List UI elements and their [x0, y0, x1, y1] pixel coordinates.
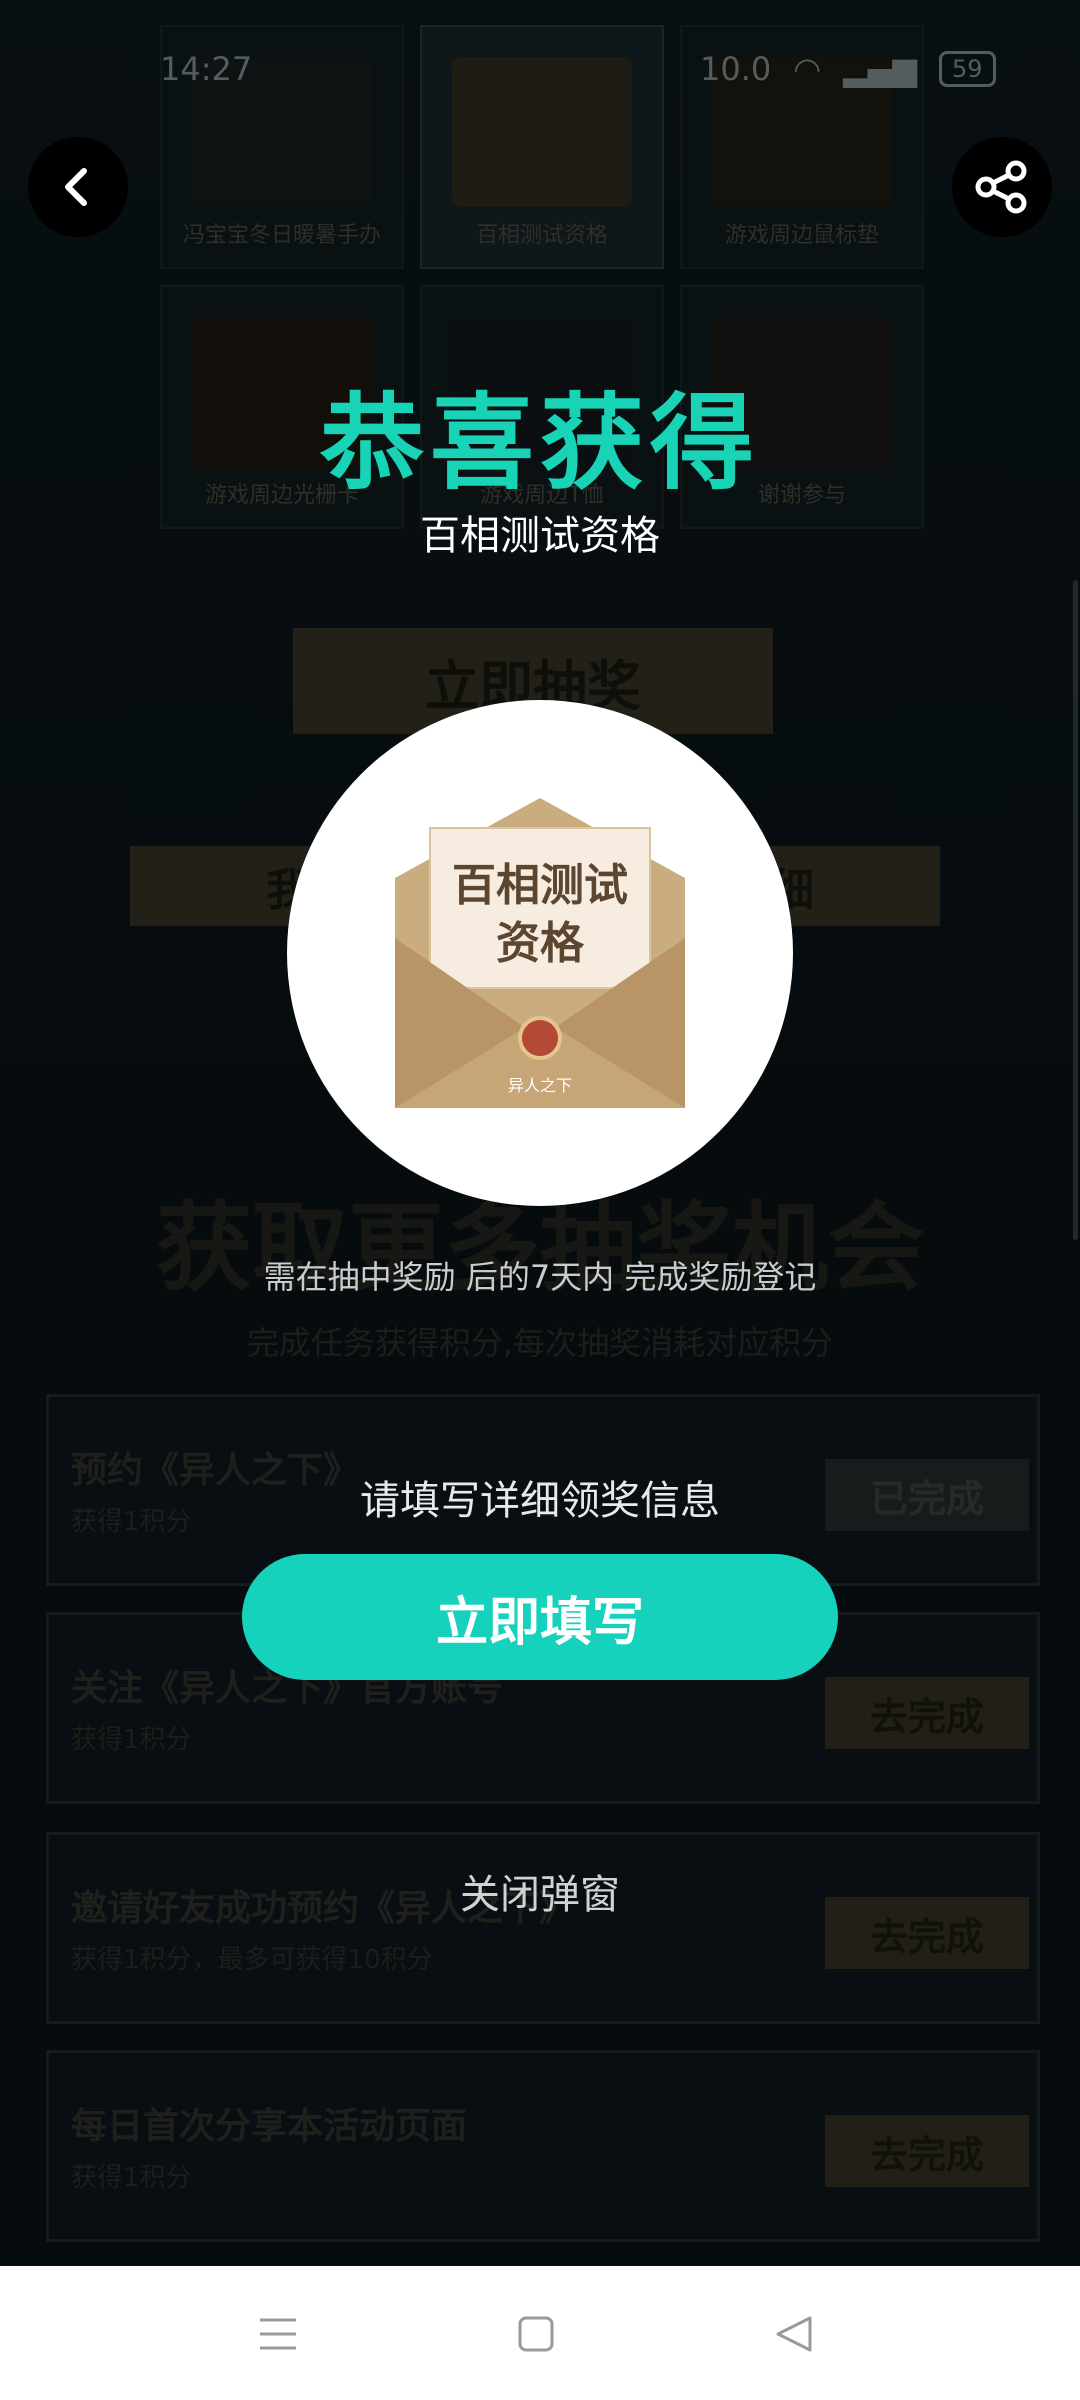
fill-now-button[interactable]: 立即填写	[242, 1554, 838, 1680]
close-popup-button[interactable]: 关闭弹窗	[0, 1862, 1080, 1920]
share-button[interactable]	[952, 137, 1052, 237]
modal-title: 恭喜获得	[319, 382, 760, 504]
prize-card-footer: 异人之下	[508, 1076, 572, 1095]
nav-menu-button[interactable]	[250, 2306, 306, 2362]
chevron-left-icon	[65, 168, 87, 206]
fill-hint: 请填写详细领奖信息	[360, 1478, 720, 1524]
modal-note: 需在抽中奖励 后的7天内 完成奖励登记	[263, 1258, 817, 1296]
back-triangle-icon	[776, 2316, 812, 2352]
prize-card-line1: 百相测试	[452, 860, 628, 911]
menu-icon	[260, 2318, 296, 2350]
prize-card-line2: 资格	[496, 918, 585, 969]
modal-prize-name: 百相测试资格	[420, 513, 660, 559]
lottery-page: 冯宝宝冬日暖暑手办 百相测试资格 游戏周边鼠标垫 游戏周边光栅卡 游戏周边T恤 …	[0, 0, 1080, 2266]
prize-image-circle: 百相测试 资格 异人之下	[287, 700, 793, 1206]
envelope-prize-image: 百相测试 资格 异人之下	[395, 798, 685, 1108]
seal-icon	[518, 1016, 562, 1060]
nav-home-button[interactable]	[508, 2306, 564, 2362]
system-nav-bar	[0, 2266, 1080, 2400]
home-square-icon	[518, 2316, 554, 2352]
back-button[interactable]	[28, 137, 128, 237]
nav-back-button[interactable]	[766, 2306, 822, 2362]
share-icon	[975, 160, 1027, 214]
